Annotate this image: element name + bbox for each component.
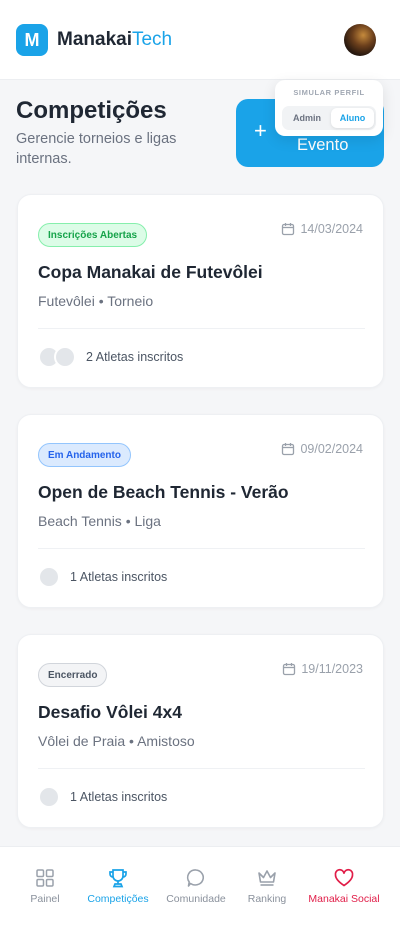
event-meta: Beach Tennis • Liga [38,513,161,529]
bottom-nav: Painel Competições Comunidade Ranking Ma… [0,846,400,925]
calendar-icon [282,223,295,236]
profile-option-admin[interactable]: Admin [285,108,329,128]
profile-toggle: Admin Aluno [282,106,376,130]
athletes-summary: 1 Atletas inscritos [38,566,167,588]
card-divider [38,328,365,329]
chat-bubble-icon [185,867,207,889]
nav-item-competicoes[interactable]: Competições [82,847,154,925]
profile-simulator: SIMULAR PERFIL Admin Aluno [275,80,383,136]
crown-icon [256,867,278,889]
calendar-icon [282,443,295,456]
calendar-icon [283,663,296,676]
event-date-text: 14/03/2024 [300,222,363,236]
nav-item-painel[interactable]: Painel [14,847,76,925]
athletes-summary: 1 Atletas inscritos [38,786,167,808]
event-card[interactable]: Em Andamento 09/02/2024 Open de Beach Te… [17,414,384,608]
event-date-text: 19/11/2023 [301,662,363,676]
event-meta: Vôlei de Praia • Amistoso [38,733,195,749]
brand-light: Tech [131,29,173,50]
card-divider [38,768,365,769]
grid-icon [35,867,55,889]
nav-label-competicoes: Competições [87,893,149,905]
event-date: 09/02/2024 [281,442,363,456]
nav-label-ranking: Ranking [247,893,287,905]
athletes-count: 2 Atletas inscritos [86,350,184,364]
card-divider [38,548,365,549]
profile-simulator-label: SIMULAR PERFIL [293,88,365,97]
brand-bold: Manakai [57,29,132,50]
event-title: Copa Manakai de Futevôlei [38,262,263,282]
page-title: Competições [16,97,167,124]
nav-item-ranking[interactable]: Ranking [238,847,296,925]
status-badge: Inscrições Abertas [38,223,148,247]
event-title: Desafio Vôlei 4x4 [38,702,182,722]
avatar[interactable] [344,24,376,56]
status-badge: Encerrado [38,663,108,687]
plus-icon: + [254,118,267,143]
nav-label-painel: Painel [30,893,60,905]
athletes-count: 1 Atletas inscritos [70,570,168,584]
athletes-summary: 2 Atletas inscritos [38,346,183,368]
event-card[interactable]: Encerrado 19/11/2023 Desafio Vôlei 4x4 V… [17,634,384,828]
app-header: M ManakaiTech [0,0,400,80]
athlete-avatar [54,346,76,368]
status-badge: Em Andamento [38,443,131,467]
nav-label-comunidade: Comunidade [166,893,226,905]
nav-label-manakai-social: Manakai Social [308,893,380,905]
athletes-count: 1 Atletas inscritos [70,790,168,804]
event-date-text: 09/02/2024 [300,442,363,456]
event-date: 14/03/2024 [281,222,363,236]
event-date: 19/11/2023 [282,662,363,676]
nav-item-comunidade[interactable]: Comunidade [160,847,232,925]
trophy-icon [107,867,129,889]
heart-icon [333,867,355,889]
logo-icon[interactable]: M [16,24,48,56]
event-meta: Futevôlei • Torneio [38,293,154,309]
brand-name: ManakaiTech [57,28,172,52]
event-title: Open de Beach Tennis - Verão [38,482,289,502]
athlete-avatar [38,566,60,588]
new-event-label: Evento [297,136,349,154]
event-card[interactable]: Inscrições Abertas 14/03/2024 Copa Manak… [17,194,384,388]
profile-option-aluno[interactable]: Aluno [331,108,374,128]
nav-item-manakai-social[interactable]: Manakai Social [304,847,384,925]
page-subtitle: Gerencie torneios e ligas internas. [16,131,177,167]
athlete-avatar [38,786,60,808]
logo-letter: M [24,29,40,50]
